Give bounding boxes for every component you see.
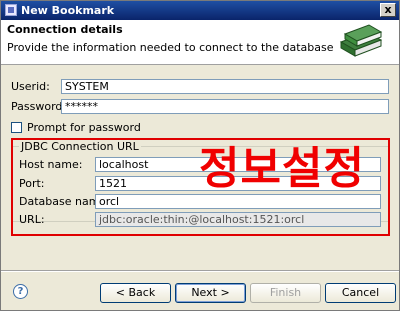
page-description: Provide the information needed to connec… [7,41,334,54]
books-icon [339,24,383,57]
page-title: Connection details [7,23,123,36]
annotation-box [11,138,390,236]
prompt-password-checkbox[interactable] [11,122,22,133]
prompt-password-label: Prompt for password [27,121,141,134]
finish-button[interactable]: Finish [250,283,321,303]
help-icon[interactable]: ? [13,284,28,299]
footer-separator [1,270,399,272]
userid-label: Userid: [11,80,50,93]
password-label: Password: [11,100,67,113]
cancel-button[interactable]: Cancel [325,283,396,303]
password-field[interactable]: ****** [61,99,389,114]
title-bar[interactable]: New Bookmark x [1,1,399,20]
window-title: New Bookmark [21,4,115,17]
userid-field[interactable]: SYSTEM [61,79,389,94]
close-button[interactable]: x [380,3,396,17]
next-button[interactable]: Next > [175,283,246,303]
back-button[interactable]: < Back [100,283,171,303]
wizard-header: Connection details Provide the informati… [1,20,399,65]
window-icon [5,4,17,16]
new-bookmark-dialog: New Bookmark x Connection details Provid… [0,0,400,311]
